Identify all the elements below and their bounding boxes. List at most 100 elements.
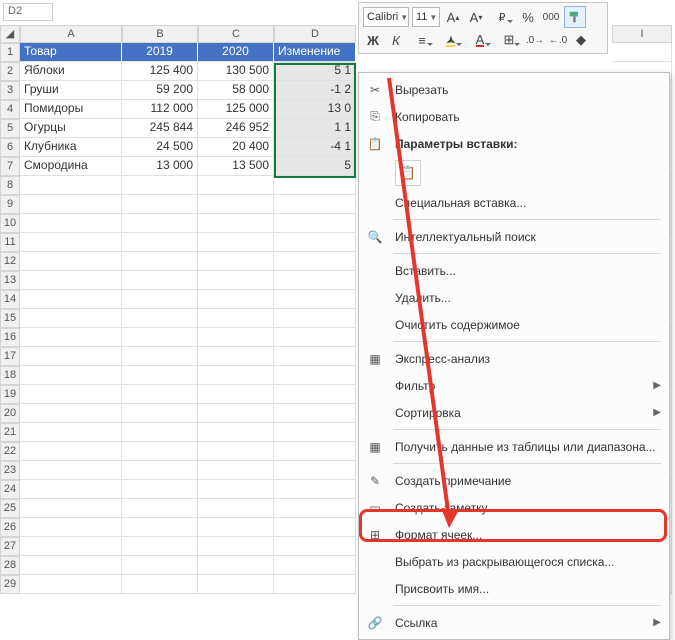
cell[interactable] <box>198 556 274 575</box>
row-header[interactable]: 15 <box>0 309 20 328</box>
cell[interactable]: Помидоры <box>20 100 122 119</box>
cell[interactable]: 5 1 <box>274 62 356 81</box>
row-header[interactable]: 17 <box>0 347 20 366</box>
ctx-format-cells[interactable]: ⊞ Формат ячеек... <box>359 521 669 548</box>
row-header[interactable]: 25 <box>0 499 20 518</box>
paste-option-button[interactable]: 📋 <box>395 160 421 186</box>
cell[interactable] <box>274 499 356 518</box>
row-header[interactable]: 21 <box>0 423 20 442</box>
cell[interactable] <box>122 499 198 518</box>
row-header[interactable]: 19 <box>0 385 20 404</box>
cell[interactable] <box>198 518 274 537</box>
cell[interactable]: 2020 <box>198 43 274 62</box>
ctx-quick-analysis[interactable]: ▦ Экспресс-анализ <box>359 345 669 372</box>
cell[interactable] <box>274 309 356 328</box>
comma-format-icon[interactable]: 000 <box>541 7 561 27</box>
ctx-smart-lookup[interactable]: 🔍 Интеллектуальный поиск <box>359 223 669 250</box>
cell[interactable] <box>20 347 122 366</box>
cell[interactable] <box>122 518 198 537</box>
cell[interactable] <box>198 404 274 423</box>
cell[interactable] <box>274 423 356 442</box>
row-header[interactable]: 5 <box>0 119 20 138</box>
cell[interactable] <box>122 176 198 195</box>
cell[interactable]: Яблоки <box>20 62 122 81</box>
row-header[interactable]: 9 <box>0 195 20 214</box>
cell[interactable] <box>274 480 356 499</box>
cell[interactable]: 1 1 <box>274 119 356 138</box>
row-header[interactable]: 18 <box>0 366 20 385</box>
cell[interactable] <box>20 556 122 575</box>
cell[interactable]: 2019 <box>122 43 198 62</box>
cell[interactable] <box>20 309 122 328</box>
cell[interactable] <box>274 233 356 252</box>
cell[interactable]: 130 500 <box>198 62 274 81</box>
cell[interactable] <box>122 480 198 499</box>
row-header[interactable]: 14 <box>0 290 20 309</box>
row-header[interactable]: 16 <box>0 328 20 347</box>
cell[interactable] <box>198 385 274 404</box>
ctx-clear[interactable]: Очистить содержимое <box>359 311 669 338</box>
cell[interactable] <box>20 423 122 442</box>
name-box[interactable]: D2 <box>3 3 53 21</box>
row-header[interactable]: 12 <box>0 252 20 271</box>
ctx-define-name[interactable]: Присвоить имя... <box>359 575 669 602</box>
cell[interactable]: Клубника <box>20 138 122 157</box>
cell[interactable] <box>274 518 356 537</box>
cell[interactable] <box>198 347 274 366</box>
cell[interactable]: 125 400 <box>122 62 198 81</box>
select-all-corner[interactable]: ◢ <box>0 25 20 43</box>
cell[interactable] <box>198 176 274 195</box>
cell[interactable] <box>20 461 122 480</box>
cell[interactable] <box>198 309 274 328</box>
cell[interactable] <box>198 214 274 233</box>
cell[interactable] <box>274 461 356 480</box>
cell[interactable] <box>122 423 198 442</box>
ctx-link[interactable]: 🔗 Ссылка ▶ <box>359 609 669 636</box>
cell[interactable] <box>122 195 198 214</box>
cell[interactable]: 13 500 <box>198 157 274 176</box>
cell[interactable] <box>198 575 274 594</box>
cell[interactable] <box>20 290 122 309</box>
cell[interactable] <box>20 366 122 385</box>
increase-font-icon[interactable]: A▴ <box>443 7 463 27</box>
col-header-d[interactable]: D <box>274 25 356 43</box>
cell[interactable] <box>122 347 198 366</box>
cell[interactable] <box>20 214 122 233</box>
row-header[interactable]: 13 <box>0 271 20 290</box>
cell[interactable] <box>274 556 356 575</box>
ctx-new-comment[interactable]: ✎ Создать примечание <box>359 467 669 494</box>
ctx-paste-special[interactable]: Специальная вставка... <box>359 189 669 216</box>
cell[interactable] <box>122 252 198 271</box>
decrease-font-icon[interactable]: A▾ <box>466 7 486 27</box>
cell[interactable] <box>274 214 356 233</box>
cell[interactable] <box>122 404 198 423</box>
cell[interactable] <box>198 252 274 271</box>
cell[interactable] <box>198 328 274 347</box>
cell[interactable] <box>20 518 122 537</box>
cell[interactable] <box>274 328 356 347</box>
cell[interactable] <box>274 271 356 290</box>
row-header[interactable]: 6 <box>0 138 20 157</box>
font-size-select[interactable]: 11 ▼ <box>412 7 440 27</box>
cell[interactable] <box>198 499 274 518</box>
row-header[interactable]: 7 <box>0 157 20 176</box>
cell[interactable]: 58 000 <box>198 81 274 100</box>
cell[interactable] <box>20 328 122 347</box>
cell[interactable] <box>122 271 198 290</box>
cell[interactable] <box>274 252 356 271</box>
cell[interactable] <box>20 195 122 214</box>
row-header[interactable]: 27 <box>0 537 20 556</box>
row-header[interactable]: 29 <box>0 575 20 594</box>
cell[interactable]: 20 400 <box>198 138 274 157</box>
cell[interactable] <box>20 499 122 518</box>
cell[interactable] <box>274 366 356 385</box>
cell[interactable] <box>274 176 356 195</box>
cell[interactable] <box>122 537 198 556</box>
row-header[interactable]: 10 <box>0 214 20 233</box>
cell[interactable] <box>20 404 122 423</box>
row-header[interactable]: 26 <box>0 518 20 537</box>
font-name-select[interactable]: Calibri ▼ <box>363 7 409 27</box>
ctx-get-data[interactable]: ▦ Получить данные из таблицы или диапазо… <box>359 433 669 460</box>
col-header-c[interactable]: C <box>198 25 274 43</box>
ctx-insert[interactable]: Вставить... <box>359 257 669 284</box>
